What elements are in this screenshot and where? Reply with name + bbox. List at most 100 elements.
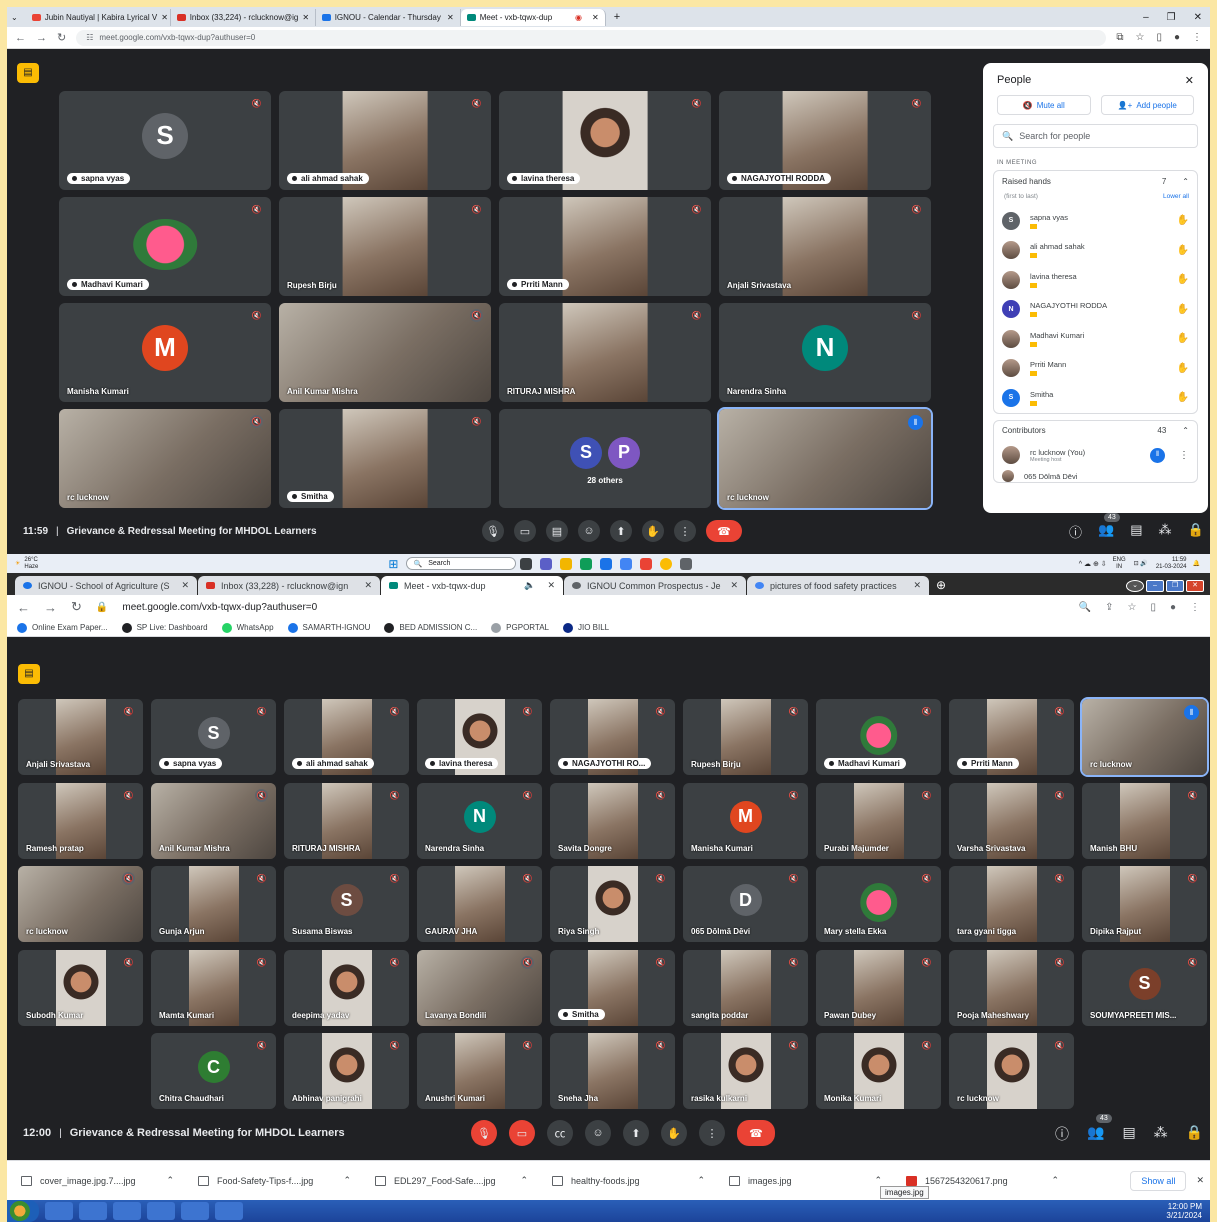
participant-tile[interactable]: RITURAJ MISHRA 🔇 (499, 303, 711, 402)
participant-row[interactable]: 065 Dōlmā Dēvi (994, 470, 1197, 482)
media-icon[interactable] (113, 1202, 141, 1220)
mic-off-icon[interactable]: 🔇 (1053, 789, 1066, 802)
chrome-icon[interactable] (147, 1202, 175, 1220)
participant-tile[interactable]: Savita Dongre 🔇 (550, 782, 675, 859)
more-options-icon[interactable]: ⋮ (1179, 450, 1189, 461)
participant-tile[interactable]: Manish BHU 🔇 (1082, 782, 1207, 859)
tray-icons[interactable]: ^ ☁ ⊕ ⇩ (1079, 560, 1107, 568)
bookmark-item[interactable]: SAMARTH-IGNOU (287, 622, 370, 633)
bookmark-item[interactable]: PGPORTAL (491, 622, 549, 633)
bookmark-item[interactable]: Online Exam Paper... (17, 622, 108, 633)
notification-icon[interactable]: 🔔 (1193, 560, 1200, 567)
mic-off-icon[interactable]: 🔇 (250, 203, 263, 216)
mic-off-icon[interactable]: 🔇 (388, 1039, 401, 1052)
participant-tile[interactable]: ali ahmad sahak 🔇 (279, 91, 491, 190)
reload-icon[interactable]: ↻ (71, 599, 82, 615)
activities-icon[interactable]: ⁂ (1154, 1124, 1168, 1144)
more-options-icon[interactable]: ⋮ (674, 520, 696, 542)
mic-off-icon[interactable]: 🔇 (654, 789, 667, 802)
chat-icon[interactable]: ▤ (1130, 522, 1142, 541)
participant-tile[interactable]: Abhinav panigrahi 🔇 (284, 1033, 409, 1109)
lower-hand-icon[interactable]: ✋ (1177, 392, 1189, 403)
chevron-up-icon[interactable]: ⌃ (343, 1175, 351, 1186)
mic-off-icon[interactable]: 🔇 (654, 1039, 667, 1052)
system-clock[interactable]: 12:00 PM 3/21/2024 (1166, 1202, 1202, 1220)
camera-icon[interactable]: ▭ (514, 520, 536, 542)
mic-off-icon[interactable]: 🔇 (910, 309, 923, 322)
participant-tile[interactable]: Gunja Arjun 🔇 (151, 866, 276, 942)
tab-meet[interactable]: Meet - vxb-tqwx-dup ◉ ✕ (460, 8, 606, 26)
participant-tile[interactable]: Anjali Srivastava 🔇 (18, 699, 143, 775)
emoji-icon[interactable]: ☺ (578, 520, 600, 542)
mic-off-icon[interactable]: 🔇 (1053, 872, 1066, 885)
bookmark-item[interactable]: JIO BILL (563, 622, 609, 633)
participant-tile[interactable]: Varsha Srivastava 🔇 (949, 782, 1074, 859)
app-icon[interactable] (620, 557, 633, 570)
participant-tile[interactable]: lavina theresa 🔇 (499, 91, 711, 190)
mic-off-icon[interactable]: 🔇 (255, 705, 268, 718)
participant-tile[interactable]: C Chitra Chaudhari 🔇 (151, 1033, 276, 1109)
minimize-icon[interactable]: – (1143, 12, 1149, 23)
mic-off-icon[interactable]: 🔇 (787, 1039, 800, 1052)
mic-off-icon[interactable]: 🔇 (690, 97, 703, 110)
participant-tile[interactable]: Ramesh pratap 🔇 (18, 782, 143, 859)
tab-meet[interactable]: Meet - vxb-tqwx-dup 🔈 ✕ (381, 576, 563, 595)
mic-off-icon[interactable]: 🔇 (521, 789, 534, 802)
wifi-sound-icon[interactable]: ⊡ 🔊 (1134, 560, 1148, 567)
participant-tile[interactable]: Ssapna vyas 🔇 (59, 91, 271, 190)
mic-off-icon[interactable]: 🔇 (1186, 872, 1199, 885)
download-item[interactable]: cover_image.jpg.7....jpg ⌃ (7, 1175, 184, 1186)
present-icon[interactable]: ⬆ (623, 1120, 649, 1146)
host-lock-icon[interactable]: 🔒 (1186, 1124, 1203, 1144)
download-item[interactable]: EDL297_Food-Safe....jpg ⌃ (361, 1175, 538, 1186)
close-tab-icon[interactable]: ✕ (302, 13, 309, 22)
forward-icon[interactable]: → (36, 32, 47, 44)
lock-icon[interactable]: 🔒 (96, 602, 108, 613)
participant-tile[interactable]: rc lucknow 🔇 (18, 866, 143, 942)
chat-icon[interactable]: ▤ (1122, 1124, 1135, 1144)
chevron-up-icon[interactable]: ⌃ (874, 1175, 882, 1186)
contributors-header[interactable]: Contributors 43 ⌃ (994, 421, 1197, 441)
bookmark-star-icon[interactable]: ☆ (1135, 32, 1144, 43)
chevron-up-icon[interactable]: ⌃ (1182, 177, 1189, 186)
lower-hand-icon[interactable]: ✋ (1177, 333, 1189, 344)
menu-dots-icon[interactable]: ⋮ (1192, 32, 1202, 43)
raised-hands-header[interactable]: Raised hands 7 ⌃ (994, 171, 1197, 191)
close-tab-icon[interactable]: ✕ (364, 580, 372, 591)
close-window-icon[interactable]: ✕ (1186, 580, 1204, 592)
profile-icon[interactable]: ● (1174, 32, 1180, 43)
info-icon[interactable]: ⓘ (1055, 1124, 1069, 1144)
sidepanel-icon[interactable]: ▯ (1156, 32, 1162, 43)
participant-tile[interactable]: Smitha 🔇 (550, 949, 675, 1026)
download-item[interactable]: images.jpg ⌃ (715, 1175, 892, 1186)
mic-off-icon[interactable]: 🔇 (787, 956, 800, 969)
chrome-icon[interactable] (660, 557, 673, 570)
speaking-icon[interactable]: ⦀ (1184, 705, 1199, 720)
participant-tile[interactable]: Anil Kumar Mishra 🔇 (151, 782, 276, 859)
ie-icon[interactable] (45, 1202, 73, 1220)
bookmark-item[interactable]: SP Live: Dashboard (121, 622, 208, 633)
captions-icon[interactable]: ㏄ (547, 1120, 573, 1146)
bookmark-item[interactable]: BED ADMISSION C... (384, 622, 477, 633)
host-lock-icon[interactable]: 🔒 (1188, 522, 1204, 541)
mic-off-icon[interactable]: 🔇 (521, 872, 534, 885)
bookmark-item[interactable]: WhatsApp (221, 622, 274, 633)
lower-hand-icon[interactable]: ✋ (1177, 304, 1189, 315)
mic-off-icon[interactable]: 🔇 (910, 97, 923, 110)
tab-calendar[interactable]: IGNOU - Calendar - Thursday ✕ (316, 8, 461, 26)
participant-tile[interactable]: Ssapna vyas 🔇 (151, 699, 276, 775)
captions-icon[interactable]: ▤ (546, 520, 568, 542)
close-tab-icon[interactable]: ✕ (447, 13, 454, 22)
menu-dots-icon[interactable]: ⋮ (1190, 602, 1200, 613)
mic-off-icon[interactable]: 🔇 (388, 705, 401, 718)
chevron-up-icon[interactable]: ⌃ (520, 1175, 528, 1186)
participant-tile[interactable]: Smitha 🔇 (279, 409, 491, 508)
mic-off-icon[interactable]: 🔇 (521, 955, 534, 969)
mic-off-icon[interactable]: 🔇 (255, 1039, 268, 1052)
mic-off-icon[interactable]: 🔇 (910, 203, 923, 216)
taskbar-search-input[interactable]: 🔍 Search (406, 557, 517, 570)
new-tab-icon[interactable]: + (614, 11, 620, 23)
url-field[interactable]: meet.google.com/vxb-tqwx-dup?authuser=0 (122, 602, 1064, 613)
leave-call-button[interactable]: ☎ (706, 520, 742, 542)
participant-tile[interactable]: N Narendra Sinha 🔇 (719, 303, 931, 402)
